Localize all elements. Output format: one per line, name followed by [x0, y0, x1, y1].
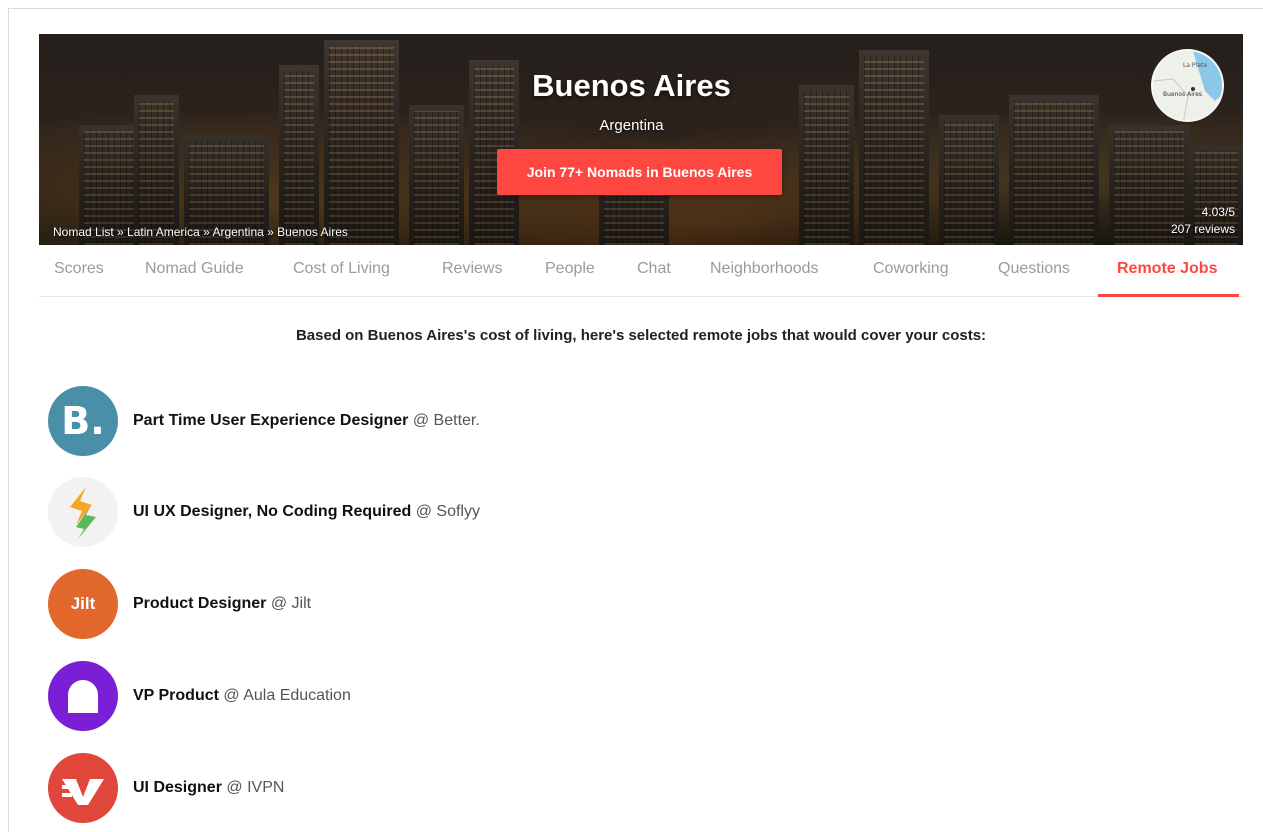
tab-neighborhoods[interactable]: Neighborhoods	[710, 260, 819, 278]
job-title[interactable]: UI Designer	[133, 779, 222, 796]
breadcrumb-nomad-list[interactable]: Nomad List	[53, 225, 114, 239]
active-tab-indicator	[1098, 294, 1239, 297]
job-company[interactable]: Jilt	[292, 595, 312, 612]
job-title[interactable]: Part Time User Experience Designer	[133, 412, 408, 429]
tab-people[interactable]: People	[545, 260, 595, 278]
breadcrumb-buenos-aires[interactable]: Buenos Aires	[277, 225, 348, 239]
breadcrumb-argentina[interactable]: Argentina	[212, 225, 263, 239]
jilt-logo-text: Jilt	[70, 594, 96, 613]
jilt-logo-icon: Jilt	[48, 569, 118, 639]
job-item[interactable]: Jilt Product Designer @ Jilt	[48, 569, 948, 641]
ivpn-glyph	[62, 779, 104, 805]
at-sign: @	[270, 595, 288, 612]
job-company[interactable]: IVPN	[247, 779, 284, 796]
remote-jobs-intro: Based on Buenos Aires's cost of living, …	[295, 327, 987, 344]
better-logo-text: B.	[61, 399, 105, 443]
job-company[interactable]: Soflyy	[436, 503, 480, 520]
breadcrumb-separator: »	[263, 225, 278, 239]
city-map-thumbnail[interactable]: La Plata Buenos Aires	[1151, 49, 1224, 122]
map-label-2: Buenos Aires	[1163, 91, 1202, 98]
job-title[interactable]: UI UX Designer, No Coding Required	[133, 503, 411, 520]
join-nomads-button[interactable]: Join 77+ Nomads in Buenos Aires	[497, 149, 782, 195]
job-line: Part Time User Experience Designer @ Bet…	[133, 412, 480, 430]
at-sign: @	[226, 779, 243, 796]
soflyy-glyph	[70, 487, 96, 539]
aula-logo-icon	[48, 661, 118, 731]
map-label-1: La Plata	[1183, 62, 1207, 69]
breadcrumb-latin-america[interactable]: Latin America	[127, 225, 200, 239]
job-company[interactable]: Aula Education	[243, 687, 351, 704]
tab-remote-jobs[interactable]: Remote Jobs	[1117, 260, 1217, 278]
breadcrumb: Nomad List » Latin America » Argentina »…	[53, 225, 348, 239]
tab-coworking[interactable]: Coworking	[873, 260, 949, 278]
tab-scores[interactable]: Scores	[54, 260, 104, 278]
job-title[interactable]: VP Product	[133, 687, 219, 704]
better-logo-icon: B.	[48, 386, 118, 456]
soflyy-logo-icon	[48, 477, 118, 547]
city-title: Buenos Aires	[532, 68, 731, 103]
at-sign: @	[415, 503, 432, 520]
at-sign: @	[412, 412, 430, 429]
rating-summary[interactable]: 4.03/5 207 reviews	[1171, 204, 1235, 238]
job-line: UI UX Designer, No Coding Required @ Sof…	[133, 503, 480, 521]
tab-questions[interactable]: Questions	[998, 260, 1070, 278]
breadcrumb-separator: »	[113, 225, 128, 239]
breadcrumb-separator: »	[199, 225, 213, 239]
city-hero	[39, 34, 1243, 245]
tab-chat[interactable]: Chat	[637, 260, 671, 278]
tab-reviews[interactable]: Reviews	[442, 260, 502, 278]
review-count: 207 reviews	[1170, 222, 1235, 236]
job-line: VP Product @ Aula Education	[133, 687, 351, 705]
tab-nomad-guide[interactable]: Nomad Guide	[145, 260, 244, 278]
aula-glyph	[68, 680, 98, 713]
country-name: Argentina	[599, 117, 664, 134]
job-company[interactable]: Better.	[434, 412, 480, 429]
job-line: UI Designer @ IVPN	[133, 779, 284, 797]
city-tabs: Scores Nomad Guide Cost of Living Review…	[39, 245, 1243, 297]
at-sign: @	[223, 687, 240, 704]
rating-score: 4.03/5	[1201, 205, 1235, 219]
job-item[interactable]: VP Product @ Aula Education	[48, 661, 948, 733]
job-item[interactable]: UI Designer @ IVPN	[48, 753, 948, 825]
job-title[interactable]: Product Designer	[133, 595, 266, 612]
tab-cost-of-living[interactable]: Cost of Living	[293, 260, 390, 278]
job-line: Product Designer @ Jilt	[133, 595, 311, 613]
job-item[interactable]: UI UX Designer, No Coding Required @ Sof…	[48, 477, 948, 549]
job-item[interactable]: B. Part Time User Experience Designer @ …	[48, 386, 948, 458]
ivpn-logo-icon	[48, 753, 118, 823]
